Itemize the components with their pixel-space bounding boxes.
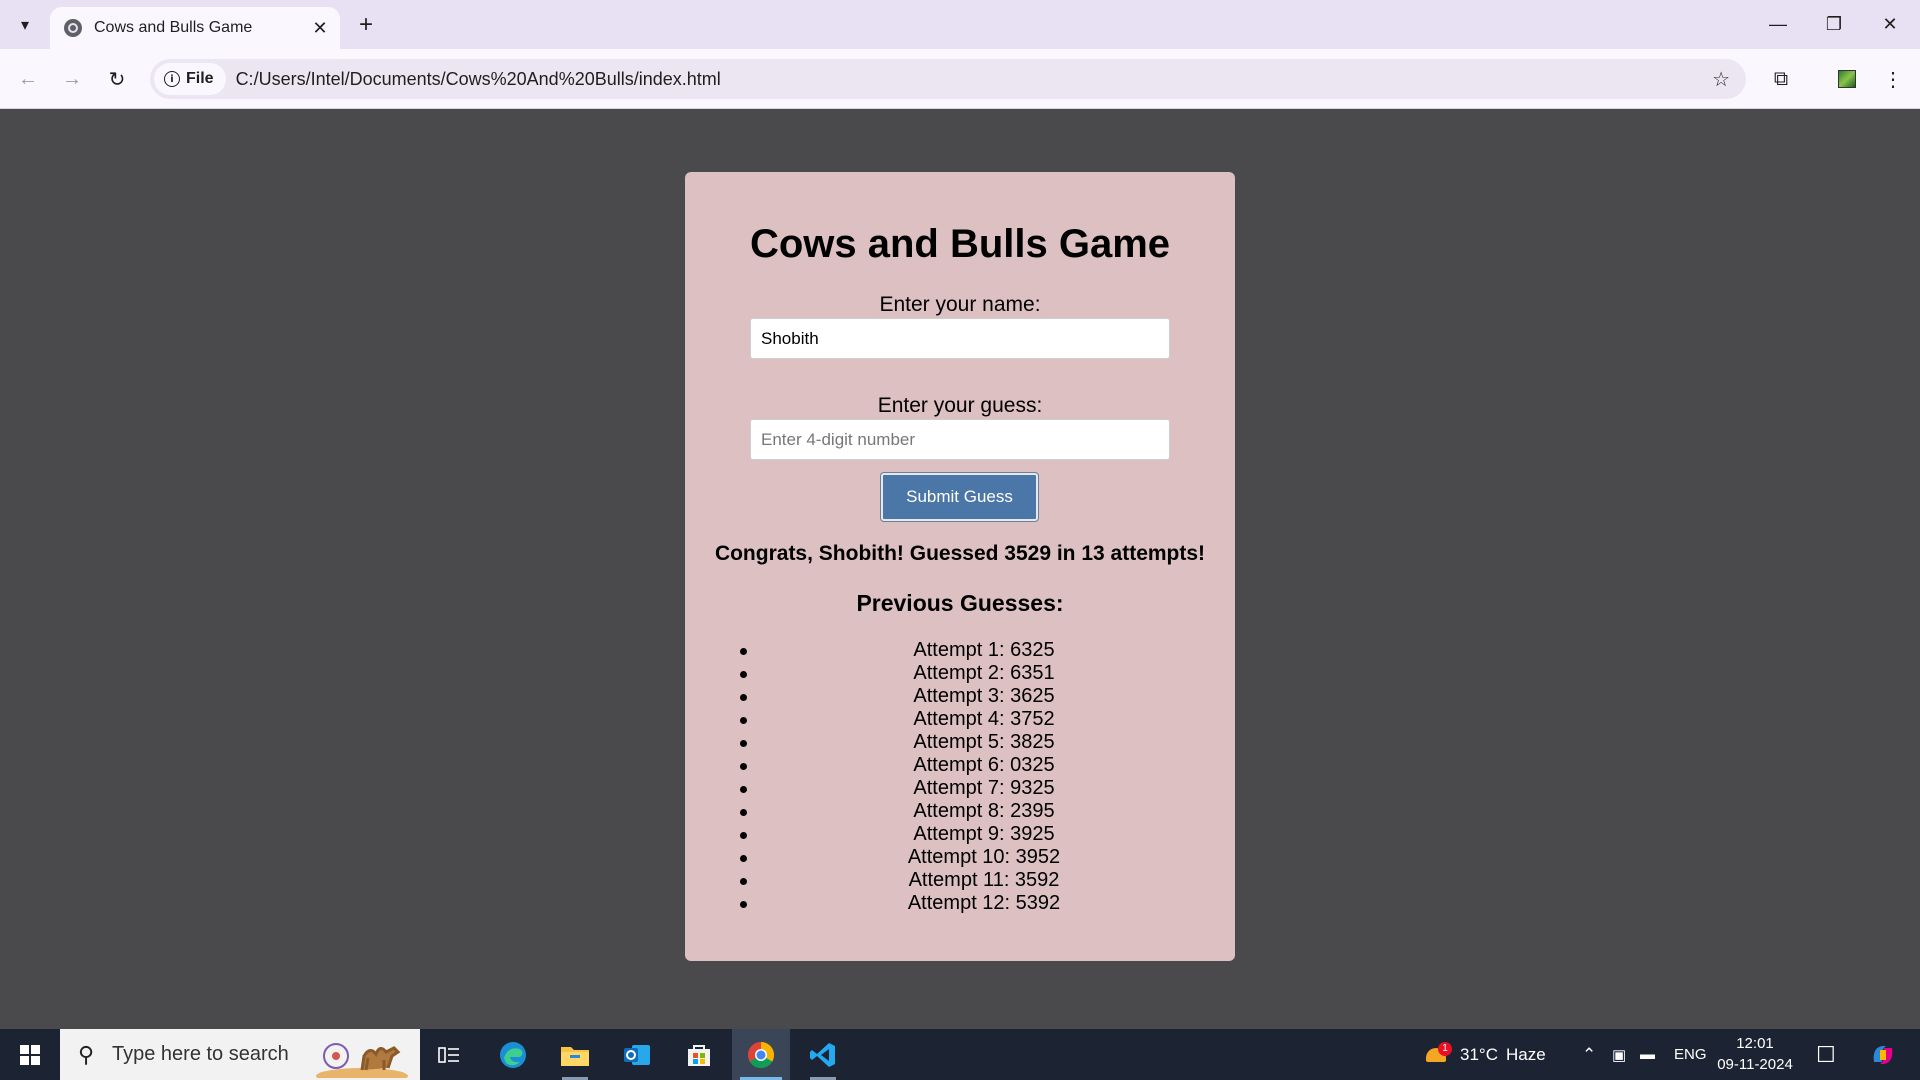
new-tab-plus-icon[interactable]: +	[351, 10, 381, 40]
guess-text: Attempt 7: 9325	[913, 777, 1055, 799]
guess-input[interactable]	[750, 419, 1170, 460]
list-item: Attempt 11: 3592	[740, 869, 1180, 892]
back-arrow-icon[interactable]: ←	[12, 63, 44, 95]
bullet-icon	[740, 832, 747, 839]
guess-text: Attempt 5: 3825	[913, 731, 1055, 753]
taskbar: ⚲ Type here to search 1 31°C Haze ⌃ ▣ ▬ …	[0, 1029, 1920, 1080]
tab-close-icon[interactable]: ✕	[308, 16, 332, 40]
language-indicator[interactable]: ENG	[1674, 1029, 1707, 1080]
start-button[interactable]	[0, 1029, 60, 1080]
browser-menu-icon[interactable]: ⋮	[1877, 63, 1909, 95]
weather-temperature: 31°C	[1460, 1044, 1498, 1064]
guess-text: Attempt 11: 3592	[908, 869, 1060, 891]
list-item: Attempt 1: 6325	[740, 639, 1180, 662]
globe-icon	[64, 19, 82, 37]
list-item: Attempt 4: 3752	[740, 708, 1180, 731]
bullet-icon	[740, 740, 747, 747]
result-message: Congrats, Shobith! Guessed 3529 in 13 at…	[714, 542, 1206, 565]
task-view-icon[interactable]	[420, 1029, 478, 1080]
close-window-icon[interactable]: ✕	[1862, 0, 1918, 49]
bullet-icon	[740, 671, 747, 678]
list-item: Attempt 8: 2395	[740, 800, 1180, 823]
bullet-icon	[740, 694, 747, 701]
search-icon: ⚲	[77, 1041, 95, 1067]
guess-label: Enter your guess:	[877, 394, 1043, 417]
guess-text: Attempt 8: 2395	[913, 800, 1055, 822]
url-text[interactable]: C:/Users/Intel/Documents/Cows%20And%20Bu…	[236, 69, 721, 90]
address-bar[interactable]: i File C:/Users/Intel/Documents/Cows%20A…	[150, 59, 1746, 99]
guess-text: Attempt 9: 3925	[913, 823, 1055, 845]
profile-avatar-icon[interactable]	[1831, 63, 1863, 95]
bullet-icon	[740, 878, 747, 885]
list-item: Attempt 10: 3952	[740, 846, 1180, 869]
list-item: Attempt 5: 3825	[740, 731, 1180, 754]
meet-now-icon[interactable]: ▣	[1612, 1029, 1626, 1080]
show-hidden-icons-chevron-icon[interactable]: ⌃	[1582, 1029, 1596, 1080]
bullet-icon	[740, 809, 747, 816]
reload-icon[interactable]: ↻	[101, 63, 133, 95]
clock-date: 09-11-2024	[1717, 1056, 1793, 1073]
guess-text: Attempt 3: 3625	[913, 685, 1055, 707]
bookmark-star-icon[interactable]: ☆	[1712, 67, 1730, 92]
microsoft-store-icon[interactable]	[670, 1029, 728, 1080]
browser-tab-bar: ▾ Cows and Bulls Game ✕ + — ❐ ✕	[0, 0, 1920, 49]
previous-guesses-heading: Previous Guesses:	[856, 590, 1064, 616]
notifications-icon[interactable]: ☐	[1816, 1029, 1836, 1080]
name-input[interactable]	[750, 318, 1170, 359]
submit-guess-button[interactable]: Submit Guess	[881, 473, 1038, 521]
minimize-icon[interactable]: —	[1750, 0, 1806, 49]
windows-logo-icon	[20, 1044, 40, 1065]
browser-toolbar: ← → ↻ i File C:/Users/Intel/Documents/Co…	[0, 49, 1920, 109]
bullet-icon	[740, 717, 747, 724]
name-label: Enter your name:	[879, 293, 1041, 316]
bullet-icon	[740, 763, 747, 770]
tab-title: Cows and Bulls Game	[94, 19, 253, 36]
clock-time: 12:01	[1736, 1035, 1774, 1052]
weather-widget[interactable]: 1 31°C Haze	[1424, 1029, 1546, 1080]
guess-text: Attempt 4: 3752	[913, 708, 1055, 730]
restore-icon[interactable]: ❐	[1806, 0, 1862, 49]
copilot-icon[interactable]	[1858, 1029, 1908, 1080]
taskbar-search-box[interactable]: ⚲ Type here to search	[60, 1029, 420, 1080]
previous-guesses-list: Attempt 1: 6325 Attempt 2: 6351 Attempt …	[740, 639, 1180, 915]
list-item: Attempt 2: 6351	[740, 662, 1180, 685]
file-explorer-icon[interactable]	[546, 1029, 604, 1080]
forward-arrow-icon[interactable]: →	[56, 63, 88, 95]
list-item: Attempt 7: 9325	[740, 777, 1180, 800]
browser-tab[interactable]: Cows and Bulls Game ✕	[50, 7, 340, 49]
info-icon: i	[164, 71, 180, 87]
guess-text: Attempt 1: 6325	[913, 639, 1055, 661]
guess-text: Attempt 6: 0325	[913, 754, 1055, 776]
game-card: Cows and Bulls Game Enter your name: Ent…	[685, 172, 1235, 961]
list-item: Attempt 9: 3925	[740, 823, 1180, 846]
weather-description: Haze	[1505, 1044, 1546, 1064]
weather-alert-badge: 1	[1438, 1041, 1452, 1056]
bullet-icon	[740, 855, 747, 862]
guess-text: Attempt 10: 3952	[907, 846, 1061, 868]
guess-text: Attempt 2: 6351	[913, 662, 1055, 684]
bullet-icon	[740, 648, 747, 655]
search-placeholder: Type here to search	[112, 1043, 289, 1065]
site-info-chip[interactable]: i File	[154, 63, 226, 95]
extensions-puzzle-icon[interactable]: ⧉	[1765, 63, 1797, 95]
search-highlight-camel-icon	[316, 1043, 408, 1078]
bullet-icon	[740, 901, 747, 908]
list-item: Attempt 3: 3625	[740, 685, 1180, 708]
taskbar-clock[interactable]: 12:01 09-11-2024	[1710, 1033, 1800, 1075]
guess-text: Attempt 12: 5392	[907, 892, 1061, 914]
site-info-label: File	[186, 70, 214, 87]
edge-browser-icon[interactable]	[484, 1029, 542, 1080]
vscode-icon[interactable]	[794, 1029, 852, 1080]
chrome-icon[interactable]	[732, 1029, 790, 1080]
bullet-icon	[740, 786, 747, 793]
weather-haze-icon: 1	[1424, 1041, 1452, 1066]
outlook-icon[interactable]	[608, 1029, 666, 1080]
battery-icon[interactable]: ▬	[1640, 1029, 1655, 1080]
list-item: Attempt 12: 5392	[740, 892, 1180, 915]
tab-search-chevron-icon[interactable]: ▾	[10, 10, 40, 40]
page-title: Cows and Bulls Game	[749, 222, 1171, 266]
list-item: Attempt 6: 0325	[740, 754, 1180, 777]
